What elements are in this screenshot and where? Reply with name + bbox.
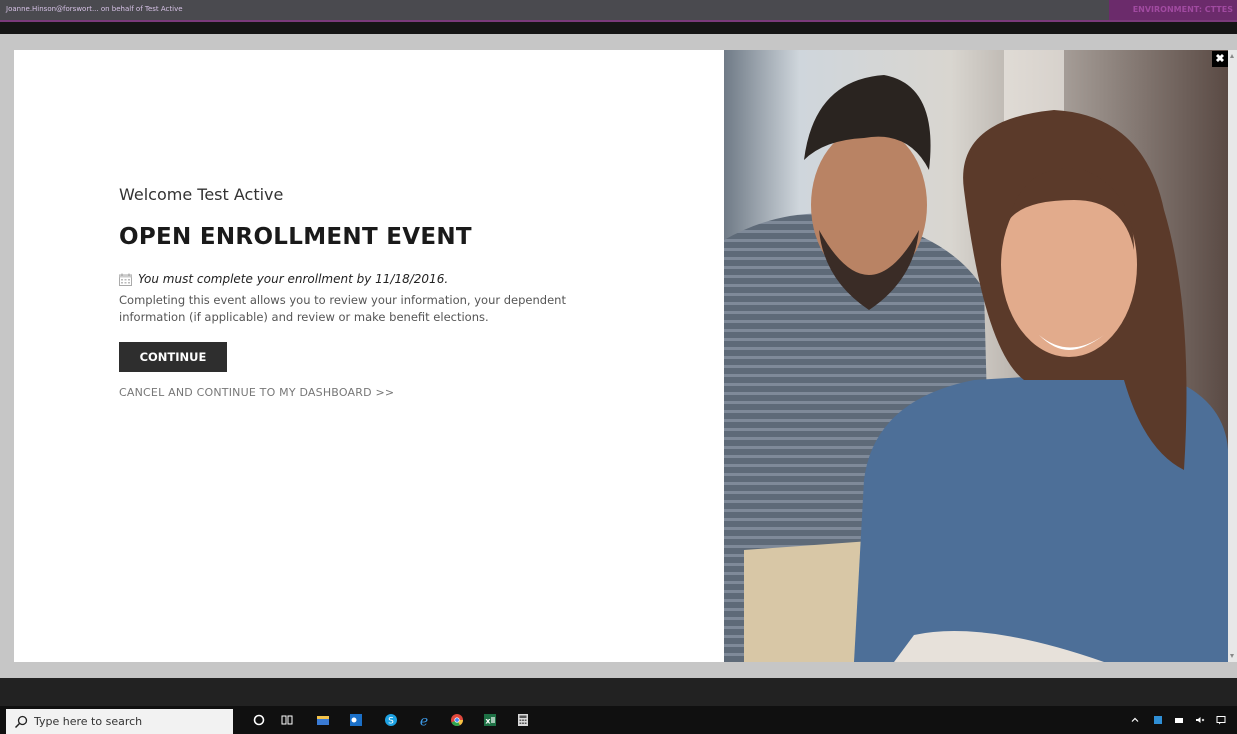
excel-icon[interactable]: x [483,713,497,727]
svg-text:S: S [388,717,394,727]
account-text: Joanne.Hinson@forswort... on behalf of T… [6,5,183,13]
task-view-icon[interactable] [280,713,294,727]
calculator-icon[interactable] [516,713,530,727]
svg-text:x: x [485,717,491,726]
windows-taskbar: S e x [0,706,1237,734]
volume-icon[interactable] [1195,715,1205,725]
cortana-icon[interactable] [252,713,266,727]
environment-label: ENVIRONMENT: CTTES [1109,0,1237,20]
enrollment-modal: Welcome Test Active OPEN ENROLLMENT EVEN… [14,50,1228,662]
page-footer-band [0,678,1237,706]
search-icon [14,715,28,728]
deadline-text: You must complete your enrollment by 11/… [138,272,449,286]
defender-icon[interactable] [1153,715,1163,725]
hero-photo [724,50,1228,662]
outlook-icon[interactable] [349,713,363,727]
network-icon[interactable] [1174,715,1184,725]
event-description: Completing this event allows you to revi… [119,293,566,324]
taskbar-search-box[interactable] [6,709,233,734]
chrome-icon[interactable] [450,713,464,727]
cancel-dashboard-link[interactable]: CANCEL AND CONTINUE TO MY DASHBOARD >> [119,386,639,399]
notifications-icon[interactable] [1216,715,1226,725]
chevron-up-icon[interactable] [1130,715,1140,725]
deadline-row: You must complete your enrollment by 11/… [119,272,639,286]
modal-title: OPEN ENROLLMENT EVENT [119,224,472,250]
scroll-up-icon[interactable] [1230,54,1234,58]
header-band [0,22,1237,34]
close-icon[interactable]: ✖ [1212,51,1228,67]
file-explorer-icon[interactable] [316,713,330,727]
edge-icon[interactable]: e [417,713,431,728]
modal-content: Welcome Test Active OPEN ENROLLMENT EVEN… [119,185,639,399]
continue-button[interactable]: CONTINUE [119,342,227,372]
calendar-icon [119,273,132,286]
modal-scrollbar[interactable] [1228,50,1237,662]
top-bar: Joanne.Hinson@forswort... on behalf of T… [0,0,1237,22]
svg-text:e: e [420,714,428,728]
taskbar-search-input[interactable] [34,715,214,728]
skype-icon[interactable]: S [384,713,398,727]
scroll-down-icon[interactable] [1230,654,1234,658]
welcome-text: Welcome Test Active [119,185,284,204]
